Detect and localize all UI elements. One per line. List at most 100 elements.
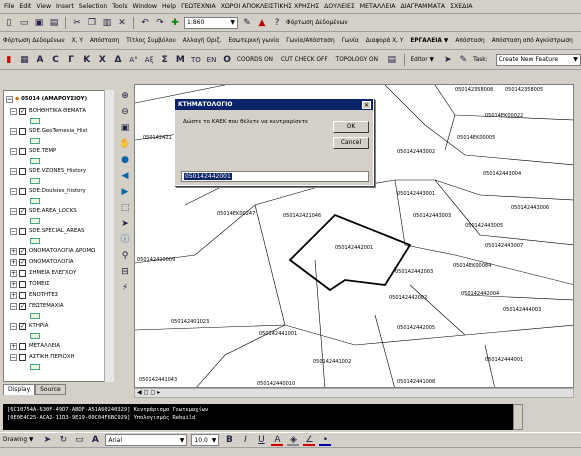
close-icon[interactable]: ✕ — [362, 100, 371, 109]
layer-checkbox[interactable]: ✓ — [19, 302, 26, 310]
delete-icon[interactable]: ✕ — [116, 17, 128, 29]
redo-icon[interactable]: ↷ — [154, 17, 166, 29]
layer-checkbox[interactable] — [19, 227, 26, 235]
undo-icon[interactable]: ↶ — [139, 17, 151, 29]
italic-button[interactable]: I — [239, 434, 251, 446]
cogo-glyph[interactable]: Σ — [159, 54, 171, 66]
menu-item[interactable]: Help — [162, 3, 176, 10]
marker-color-icon[interactable]: • — [319, 434, 332, 446]
toc-layer-row[interactable]: + ΤΟΜΕΙΣ — [10, 279, 50, 289]
cogo-glyph[interactable]: K — [81, 54, 93, 66]
cogo-glyph[interactable]: Γ — [65, 54, 77, 66]
layer-checkbox[interactable] — [19, 280, 26, 288]
toc-root[interactable]: − ◆ 05014 (ΑΜΑΡΟΥΣΙΟΥ) — [6, 94, 87, 104]
layer-checkbox[interactable] — [19, 187, 26, 195]
find-icon[interactable]: ⚲ — [119, 250, 131, 262]
drawing-menu[interactable]: Drawing ▼ — [3, 437, 33, 443]
add-data-icon[interactable]: ✚ — [169, 17, 181, 29]
cogo-glyph[interactable]: C — [50, 54, 62, 66]
table-icon[interactable]: ▦ — [19, 54, 31, 66]
custom-item-6[interactable]: Γωνία/Απόσταση — [286, 38, 334, 44]
select-features-icon[interactable]: ⬚ — [119, 202, 131, 214]
forward-icon[interactable]: ▶ — [119, 186, 131, 198]
zoom-out-icon[interactable]: ⊖ — [119, 106, 131, 118]
toc-layer-row[interactable]: + ✓ ΟΝΟΜΑΤΟΛΟΓΙΑ — [10, 257, 74, 267]
edit-tool-icon[interactable]: ➤ — [442, 54, 454, 66]
text-icon[interactable]: A — [89, 434, 101, 446]
rectangle-icon[interactable]: ▭ — [73, 434, 85, 446]
custom-item-3[interactable]: Τίτλος Συμβόλου — [126, 38, 176, 44]
tab-display[interactable]: Display — [3, 384, 36, 395]
font-color-icon[interactable]: A — [271, 434, 284, 446]
select-elements-icon[interactable]: ➤ — [119, 218, 131, 230]
print-icon[interactable]: ▤ — [48, 17, 60, 29]
toc-scrollbar[interactable] — [104, 90, 114, 382]
cut-icon[interactable]: ✂ — [71, 17, 83, 29]
coords-toggle[interactable]: COORDS ON — [237, 57, 273, 63]
toc-layer-row[interactable]: − SDE.Doulsies_history — [10, 186, 86, 196]
layers-icon[interactable]: ▮ — [3, 54, 15, 66]
collapse-icon[interactable]: − — [10, 322, 17, 330]
toc-layer-row[interactable]: + ΜΕΤΑΛΛΕΙΑ — [10, 341, 60, 351]
layer-checkbox[interactable]: ✓ — [19, 247, 26, 255]
custom-item-4[interactable]: Αλλαγή Οριζ. — [183, 38, 222, 44]
tab-source[interactable]: Source — [35, 384, 66, 395]
bold-button[interactable]: B — [223, 434, 235, 446]
pan-icon[interactable]: ✋ — [119, 138, 131, 150]
font-combo[interactable]: Arial ▼ — [105, 434, 188, 446]
command-window[interactable]: [6C10754A-630F-49D7-ABDF-A51A60240329] Κ… — [3, 404, 513, 430]
toc-layer-row[interactable]: + ✓ ΟΝΟΜΑΤΟΛΟΓΙΑ ΔΡΟΜΩ — [10, 246, 95, 256]
collapse-icon[interactable]: − — [10, 147, 17, 155]
apostasi-agkistrosi-button[interactable]: Απόσταση από Αγκύστρωση — [492, 38, 573, 44]
underline-button[interactable]: U — [255, 434, 267, 446]
editor-toolbar-icon[interactable]: ✎ — [241, 17, 253, 29]
menu-item[interactable]: ΔΟΥΛΕΙΕΣ — [324, 3, 355, 10]
menu-item[interactable]: File — [4, 3, 14, 10]
custom-item-7[interactable]: Γωνία — [342, 38, 359, 44]
collapse-icon[interactable]: − — [6, 95, 13, 103]
toc-layer-row[interactable]: − ✓ ΒΟΗΘΗΤΙΚΑ ΘΕΜΑΤΑ — [10, 106, 86, 116]
cogo-glyph[interactable]: EN — [206, 54, 218, 66]
back-icon[interactable]: ◀ — [119, 170, 131, 182]
expand-icon[interactable]: + — [10, 291, 17, 299]
menu-item[interactable]: ΓΕΩΤΕΧΝΙΑ — [181, 3, 216, 10]
selected-parcel[interactable] — [288, 213, 412, 292]
map-scrollbar[interactable]: ◀ ◻ ◻ ▸ — [134, 388, 574, 398]
menu-item[interactable]: Selection — [79, 3, 108, 10]
layer-checkbox[interactable] — [19, 147, 26, 155]
layer-checkbox[interactable] — [19, 342, 26, 350]
line-color-icon[interactable]: ∠ — [303, 434, 316, 446]
toc-layer-row[interactable]: − SDE.VZONES_History — [10, 166, 86, 176]
toc-layer-row[interactable]: − SDE.TEMP — [10, 146, 56, 156]
collapse-icon[interactable]: − — [10, 107, 17, 115]
ok-button[interactable]: OK — [333, 121, 369, 133]
toc-layer-row[interactable]: − ✓ ΚΤΗΡΙΑ — [10, 321, 48, 331]
measure-icon[interactable]: ⊟ — [119, 266, 131, 278]
layer-checkbox[interactable] — [19, 127, 26, 135]
expand-icon[interactable]: + — [10, 247, 17, 255]
layer-checkbox[interactable]: ✓ — [19, 207, 26, 215]
menu-item[interactable]: ΔΙΑΓΡΑΜΜΑΤΑ — [400, 3, 445, 10]
collapse-icon[interactable]: − — [10, 167, 17, 175]
collapse-icon[interactable]: − — [10, 127, 17, 135]
topology-toggle[interactable]: TOPOLOGY ON — [336, 57, 378, 63]
font-size-combo[interactable]: 10.0 ▼ — [191, 434, 220, 446]
full-extent-icon[interactable]: ● — [119, 154, 131, 166]
custom-item-0[interactable]: Φόρτωση Δεδομένων — [3, 38, 65, 44]
load-data-label[interactable]: Φόρτωση Δεδομένων — [286, 20, 348, 26]
menu-item[interactable]: Tools — [112, 3, 127, 10]
identify-icon[interactable]: ⓘ — [119, 234, 131, 246]
cutcheck-toggle[interactable]: CUT CHECK OFF — [281, 57, 328, 63]
custom-item-8[interactable]: Διαφορά Χ, Υ — [366, 38, 404, 44]
cogo-glyph[interactable]: TO — [190, 54, 202, 66]
fill-color-icon[interactable]: ◈ — [287, 434, 300, 446]
task-combo[interactable]: Create New Feature ▼ — [495, 53, 581, 66]
cogo-glyph[interactable]: X — [97, 54, 109, 66]
hyperlink-icon[interactable]: ⚡ — [119, 282, 131, 294]
custom-item-1[interactable]: Χ, Υ — [72, 38, 83, 44]
menu-item[interactable]: Insert — [56, 3, 74, 10]
layer-checkbox[interactable]: ✓ — [19, 322, 26, 330]
scale-combo[interactable]: 1:860 ▼ — [184, 16, 238, 29]
toc-layer-row[interactable]: − ✓ SDE.AREA_LOCKS — [10, 206, 77, 216]
menu-item[interactable]: ΣΧΕΔΙΑ — [450, 3, 472, 10]
